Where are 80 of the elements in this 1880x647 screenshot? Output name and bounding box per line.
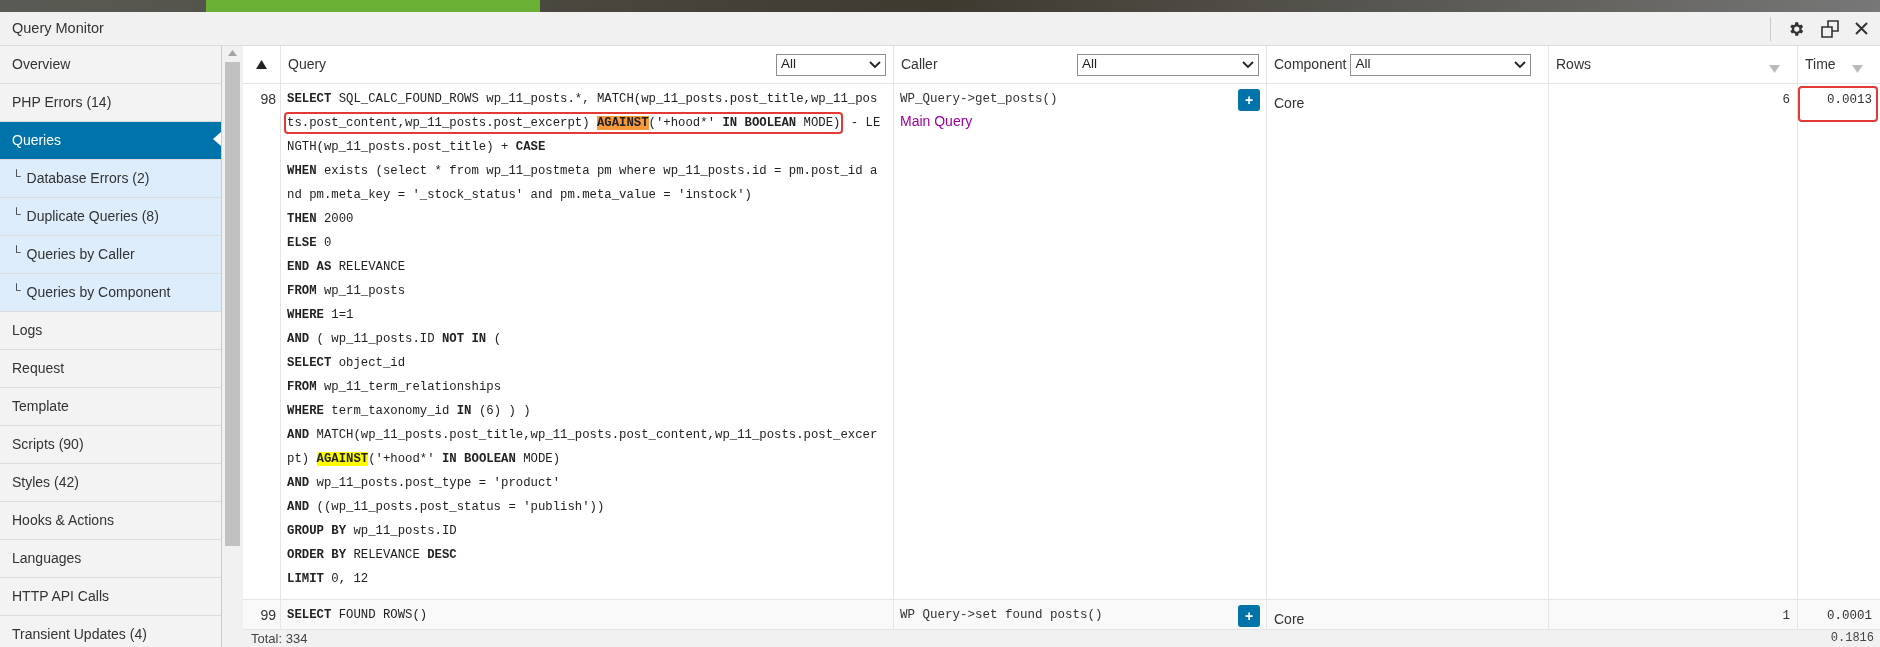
filter-select[interactable]: All <box>1350 53 1532 76</box>
filter-select[interactable]: All <box>776 53 886 76</box>
sql-line: WHERE 1=1 <box>287 307 354 324</box>
column-header: Component <box>1274 55 1347 74</box>
sidebar-item[interactable]: └ Queries by Caller <box>0 236 221 274</box>
total-count: Total: 334 <box>251 631 308 646</box>
sql-line: FROM wp_11_posts <box>287 283 406 300</box>
sidebar-label: Hooks & Actions <box>12 511 114 530</box>
popout-window-icon[interactable] <box>1821 19 1839 38</box>
sidebar-item[interactable]: └ Duplicate Queries (8) <box>0 198 221 236</box>
sql-line: NGTH(wp_11_posts.post_title) + CASE <box>287 139 546 156</box>
sidebar-label: HTTP API Calls <box>12 587 109 606</box>
sidebar-label: Template <box>12 397 69 416</box>
sort-down-icon[interactable] <box>1769 64 1780 73</box>
sql-line: END AS RELEVANCE <box>287 259 406 276</box>
caller-note: Main Query <box>900 112 974 131</box>
sql-line: WHERE term_taxonomy_id IN (6) ) ) <box>287 403 531 420</box>
sidebar-label: Scripts (90) <box>12 435 84 454</box>
tree-branch-icon: └ <box>12 242 21 261</box>
expand-button[interactable]: + <box>1238 605 1260 627</box>
column-header: Rows <box>1556 55 1591 74</box>
caller-function: WP_Query->get_posts() <box>900 91 1058 108</box>
row-number: 99 <box>260 606 276 625</box>
sidebar-label: Logs <box>12 321 43 340</box>
expand-button[interactable]: + <box>1238 89 1260 111</box>
sql-line: LIMIT 0, 12 <box>287 571 369 588</box>
sql-line: THEN 2000 <box>287 211 354 228</box>
filter-select[interactable]: All <box>1077 53 1259 76</box>
sql-line: SELECT SQL_CALC_FOUND_ROWS wp_11_posts.*, MATCH(wp_11_posts.post_title,wp_11_pos <box>287 91 878 108</box>
sidebar-label: Queries by Component <box>26 283 171 302</box>
component-name: Core <box>1274 611 1305 627</box>
scroll-up-icon[interactable] <box>228 50 237 56</box>
sql-line: FROM wp_11_term_relationships <box>287 379 501 396</box>
row-number: 98 <box>260 90 276 109</box>
sidebar-item[interactable]: └ Queries by Component <box>0 274 221 312</box>
sort-down-icon[interactable] <box>1852 64 1863 73</box>
caller-function: WP Query->set found posts() <box>900 607 1103 624</box>
sidebar-label: Queries by Caller <box>26 245 135 264</box>
sort-up-icon[interactable] <box>256 60 267 69</box>
sql-line: SELECT object_id <box>287 355 406 372</box>
sql-line: ORDER BY RELEVANCE DESC <box>287 547 457 564</box>
chevron-down-icon <box>1514 60 1527 69</box>
time-cell-text: 0.0001 <box>1826 608 1873 625</box>
sidebar-label: Languages <box>12 549 82 568</box>
rows-count: 6 <box>1782 92 1790 109</box>
chevron-down-icon <box>869 60 881 69</box>
sidebar-item[interactable]: └ Database Errors (2) <box>0 160 221 198</box>
column-header: Time <box>1805 55 1836 74</box>
panel-title: Query Monitor <box>12 18 104 38</box>
column-header: Caller <box>901 55 938 74</box>
sidebar-label: Database Errors (2) <box>26 169 150 188</box>
sidebar-item[interactable]: Queries <box>0 122 221 160</box>
tree-branch-icon: └ <box>12 204 21 223</box>
component-name: Core <box>1274 95 1305 111</box>
sidebar-label: Overview <box>12 55 71 74</box>
sidebar-label: Duplicate Queries (8) <box>26 207 159 226</box>
sidebar-label: PHP Errors (14) <box>12 93 112 112</box>
time-cell: 0.0013 <box>1798 86 1878 122</box>
rows-count: 1 <box>1782 608 1790 625</box>
sql-line: AND MATCH(wp_11_posts.post_title,wp_11_posts.post_content,wp_11_posts.post_excer <box>287 427 878 444</box>
sql-line: WHEN exists (select * from wp_11_postmeta pm where wp_11_posts.id = pm.post_id a <box>287 163 878 180</box>
sql-line: AND wp_11_posts.post_type = 'product' <box>287 475 561 492</box>
sql-line: AND ((wp_11_posts.post_status = 'publish')) <box>287 499 605 516</box>
scrollbar-thumb[interactable] <box>225 62 240 546</box>
chevron-down-icon <box>1242 60 1254 69</box>
tree-branch-icon: └ <box>12 166 21 185</box>
close-icon[interactable] <box>1855 22 1868 35</box>
total-time: 0.1816 <box>1830 631 1874 646</box>
sidebar-label: Styles (42) <box>12 473 79 492</box>
scrollbar[interactable] <box>222 46 243 647</box>
column-header: Query <box>288 55 327 74</box>
tree-branch-icon: └ <box>12 280 21 299</box>
sql-line: GROUP BY wp_11_posts.ID <box>287 523 457 540</box>
sidebar-label: Request <box>12 359 65 378</box>
sql-line: SELECT FOUND ROWS() <box>287 607 428 624</box>
sql-line: nd pm.meta_key = '_stock_status' and pm.meta_value = 'instock') <box>287 187 752 204</box>
sql-line: AND ( wp_11_posts.ID NOT IN ( <box>287 331 501 348</box>
sidebar-label: Queries <box>12 131 62 150</box>
sql-line: ELSE 0 <box>287 235 332 252</box>
sidebar-label: Transient Updates (4) <box>12 625 147 644</box>
